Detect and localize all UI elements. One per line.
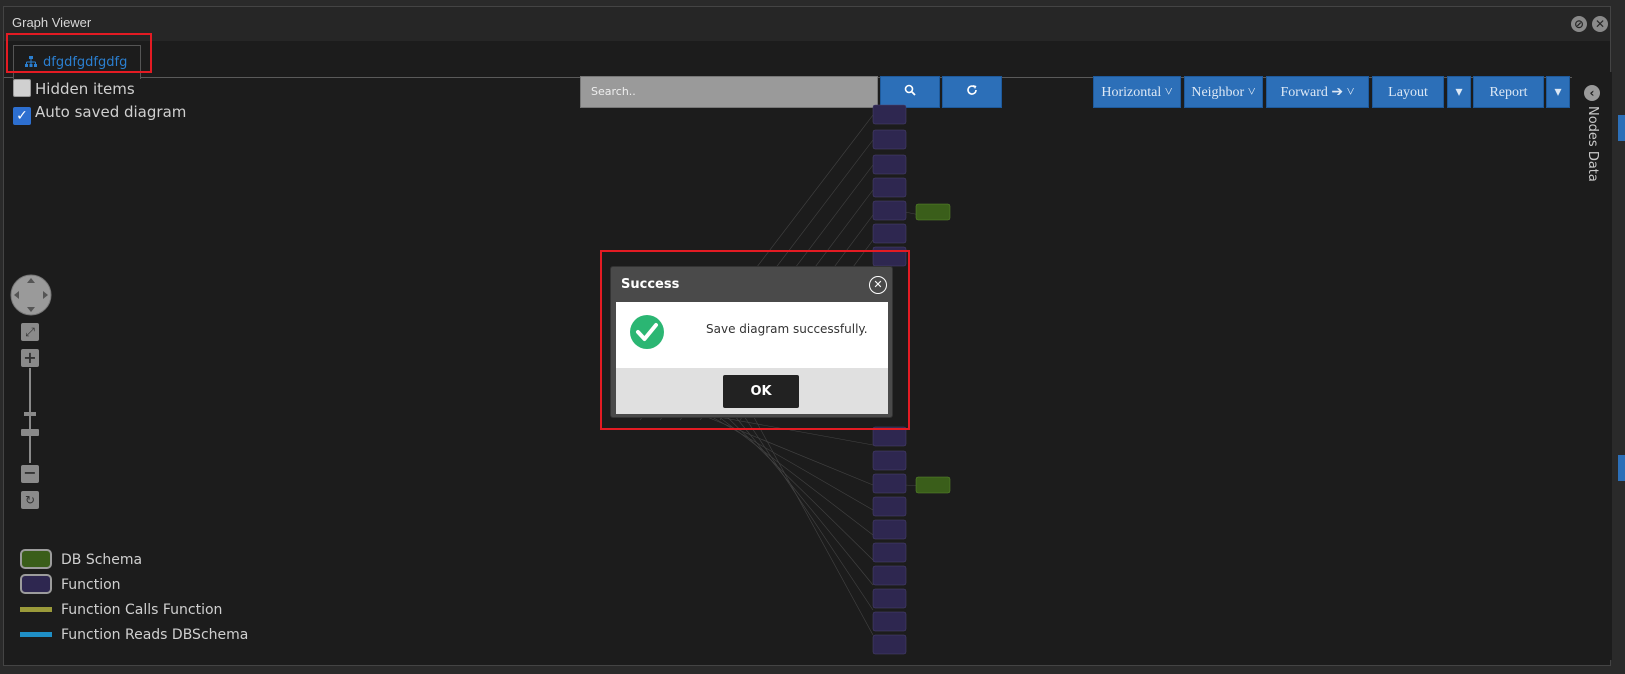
zoom-out-icon[interactable]: − (21, 465, 39, 483)
success-dialog: Success ✕ Save diagram successfully. OK (610, 266, 893, 418)
fit-view-icon[interactable]: ⤢ (21, 323, 39, 341)
function-node[interactable] (872, 154, 907, 175)
function-node[interactable] (872, 177, 907, 198)
function-node[interactable] (872, 129, 907, 150)
dialog-footer: OK (616, 368, 888, 414)
legend-reads-line (20, 632, 52, 637)
legend-reads-label: Function Reads DBSchema (61, 627, 249, 643)
function-node[interactable] (872, 426, 907, 447)
legend-db-schema-swatch (20, 549, 52, 569)
function-node[interactable] (872, 565, 907, 586)
legend-calls-line (20, 607, 52, 612)
dialog-message: Save diagram successfully. (706, 322, 868, 336)
function-node[interactable] (872, 588, 907, 609)
db-schema-nodes (915, 203, 951, 494)
legend-function-swatch (20, 574, 52, 594)
dialog-title: Success (621, 277, 680, 292)
legend-db-schema-label: DB Schema (61, 552, 143, 568)
function-node[interactable] (872, 611, 907, 632)
function-node[interactable] (872, 542, 907, 563)
dialog-close-icon[interactable]: ✕ (869, 276, 887, 294)
function-node[interactable] (872, 223, 907, 244)
pan-control[interactable] (8, 272, 54, 318)
legend-calls-label: Function Calls Function (61, 602, 223, 618)
function-node[interactable] (872, 634, 907, 655)
reset-view-icon[interactable]: ↻ (21, 491, 39, 509)
function-node[interactable] (872, 473, 907, 494)
db-schema-node[interactable] (915, 203, 951, 221)
function-node[interactable] (872, 450, 907, 471)
zoom-slider-tick (24, 412, 36, 416)
function-node[interactable] (872, 519, 907, 540)
function-node[interactable] (872, 246, 907, 267)
success-check-icon (630, 315, 664, 349)
function-node[interactable] (872, 496, 907, 517)
zoom-slider-handle[interactable] (21, 429, 39, 436)
function-node[interactable] (872, 200, 907, 221)
db-schema-node[interactable] (915, 476, 951, 494)
function-node[interactable] (872, 104, 907, 125)
ok-button[interactable]: OK (723, 375, 799, 408)
legend-function-label: Function (61, 577, 121, 593)
zoom-in-icon[interactable]: + (21, 349, 39, 367)
dialog-body: Save diagram successfully. (616, 302, 888, 368)
